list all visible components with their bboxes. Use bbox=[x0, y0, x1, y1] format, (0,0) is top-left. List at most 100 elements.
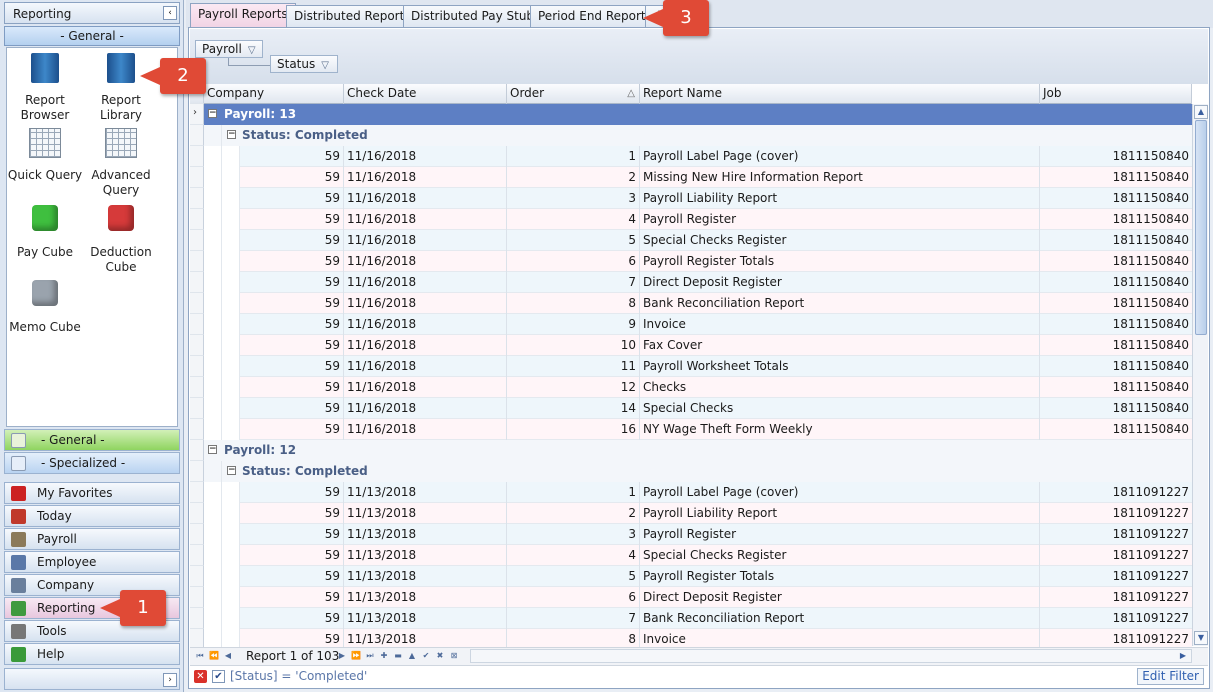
table-row[interactable]: 59 11/16/2018 3 Payroll Liability Report 181… bbox=[240, 188, 1192, 209]
row-indicator[interactable] bbox=[190, 524, 204, 545]
edit-record-icon[interactable]: ▲ bbox=[406, 650, 418, 662]
prev-page-icon[interactable]: ⏪ bbox=[208, 650, 220, 662]
row-indicator[interactable] bbox=[190, 545, 204, 566]
table-row[interactable]: 59 11/16/2018 11 Payroll Worksheet Totals 18… bbox=[240, 356, 1192, 377]
column-header-order[interactable]: Order △ bbox=[507, 84, 640, 104]
table-row[interactable]: 59 11/13/2018 2 Payroll Liability Report 181… bbox=[240, 503, 1192, 524]
column-header-company[interactable]: Company bbox=[204, 84, 344, 104]
edit-filter-button[interactable]: Edit Filter bbox=[1137, 668, 1204, 685]
nav-item-today[interactable]: Today bbox=[4, 505, 180, 527]
filter-icon[interactable]: ▽ bbox=[248, 45, 256, 56]
next-record-icon[interactable]: ▶ bbox=[336, 650, 348, 662]
collapse-group-toggle[interactable]: − bbox=[208, 445, 217, 454]
first-record-icon[interactable]: ⏮ bbox=[194, 650, 206, 662]
filter-enabled-checkbox[interactable]: ✔ bbox=[212, 670, 225, 683]
column-header-report-name[interactable]: Report Name bbox=[640, 84, 1040, 104]
collapse-group-toggle[interactable]: − bbox=[227, 130, 236, 139]
row-indicator[interactable] bbox=[190, 503, 204, 524]
row-indicator[interactable] bbox=[190, 209, 204, 230]
row-indicator[interactable] bbox=[190, 587, 204, 608]
table-row[interactable]: 59 11/16/2018 4 Payroll Register 1811150840 bbox=[240, 209, 1192, 230]
row-indicator[interactable] bbox=[190, 377, 204, 398]
table-row[interactable]: 59 11/13/2018 3 Payroll Register 1811091227 bbox=[240, 524, 1192, 545]
nav-item-help[interactable]: Help bbox=[4, 643, 180, 665]
prev-record-icon[interactable]: ◀ bbox=[222, 650, 234, 662]
table-row[interactable]: 59 11/16/2018 7 Direct Deposit Register 1811… bbox=[240, 272, 1192, 293]
scroll-right-button[interactable]: ▶ bbox=[1177, 650, 1189, 662]
row-indicator[interactable] bbox=[190, 482, 204, 503]
row-indicator[interactable] bbox=[190, 608, 204, 629]
table-row[interactable]: 59 11/16/2018 14 Special Checks 1811150840 bbox=[240, 398, 1192, 419]
collapse-group-toggle[interactable]: − bbox=[227, 466, 236, 475]
row-indicator[interactable] bbox=[190, 314, 204, 335]
table-row[interactable]: 59 11/16/2018 8 Bank Reconciliation Report 1… bbox=[240, 293, 1192, 314]
nav-item-employee[interactable]: Employee bbox=[4, 551, 180, 573]
row-indicator[interactable] bbox=[190, 293, 204, 314]
tab-payroll-reports[interactable]: Payroll Reports bbox=[190, 3, 296, 28]
table-row[interactable]: 59 11/16/2018 2 Missing New Hire Informatio… bbox=[240, 167, 1192, 188]
section-general[interactable]: - General - bbox=[4, 429, 180, 451]
table-row[interactable]: 59 11/13/2018 4 Special Checks Register 1811… bbox=[240, 545, 1192, 566]
scroll-thumb[interactable] bbox=[1195, 120, 1207, 335]
filter-navigator-icon[interactable]: ⊠ bbox=[448, 650, 460, 662]
group-row-status[interactable]: − Status: Completed bbox=[204, 125, 1192, 146]
row-indicator[interactable] bbox=[190, 167, 204, 188]
column-header-job[interactable]: Job bbox=[1040, 84, 1192, 104]
group-row-payroll[interactable]: − Payroll: 13 bbox=[204, 104, 1192, 125]
scroll-up-button[interactable]: ▲ bbox=[1194, 105, 1208, 119]
shortcut-memo-cube[interactable]: Memo Cube bbox=[7, 278, 83, 335]
group-row-status[interactable]: − Status: Completed bbox=[204, 461, 1192, 482]
row-indicator[interactable] bbox=[190, 188, 204, 209]
table-row[interactable]: 59 11/16/2018 16 NY Wage Theft Form Weekly 1… bbox=[240, 419, 1192, 440]
row-indicator[interactable] bbox=[190, 566, 204, 587]
section-specialized[interactable]: - Specialized - bbox=[4, 452, 180, 474]
vertical-scrollbar[interactable]: ▲ ▼ bbox=[1192, 104, 1208, 646]
shortcut-report-library[interactable]: Report Library bbox=[83, 53, 159, 123]
table-row[interactable]: 59 11/16/2018 10 Fax Cover 1811150840 bbox=[240, 335, 1192, 356]
cancel-edit-icon[interactable]: ✖ bbox=[434, 650, 446, 662]
table-row[interactable]: 59 11/13/2018 6 Direct Deposit Register 1811… bbox=[240, 587, 1192, 608]
group-chip-status[interactable]: Status ▽ bbox=[270, 55, 338, 73]
row-indicator[interactable] bbox=[190, 461, 204, 482]
nav-item-my-favorites[interactable]: My Favorites bbox=[4, 482, 180, 504]
group-chip-payroll[interactable]: Payroll ▽ bbox=[195, 40, 263, 58]
expand-pane-button[interactable]: › bbox=[163, 673, 177, 687]
table-row[interactable]: 59 11/13/2018 1 Payroll Label Page (cover) 1… bbox=[240, 482, 1192, 503]
row-indicator[interactable] bbox=[190, 146, 204, 167]
shortcut-report-browser[interactable]: Report Browser bbox=[7, 53, 83, 123]
row-indicator[interactable] bbox=[190, 356, 204, 377]
nav-item-payroll[interactable]: Payroll bbox=[4, 528, 180, 550]
row-indicator[interactable] bbox=[190, 440, 204, 461]
table-row[interactable]: 59 11/16/2018 12 Checks 1811150840 bbox=[240, 377, 1192, 398]
table-row[interactable]: 59 11/13/2018 5 Payroll Register Totals 1811… bbox=[240, 566, 1192, 587]
delete-record-icon[interactable]: ▬ bbox=[392, 650, 404, 662]
table-row[interactable]: 59 11/16/2018 9 Invoice 1811150840 bbox=[240, 314, 1192, 335]
row-indicator[interactable] bbox=[190, 251, 204, 272]
row-indicator[interactable] bbox=[190, 398, 204, 419]
tab-period-end-reports[interactable]: Period End Reports bbox=[530, 5, 660, 27]
tab-distributed-reports[interactable]: Distributed Reports bbox=[286, 5, 419, 27]
horizontal-scrollbar[interactable]: ▶ bbox=[470, 649, 1192, 663]
tab-distributed-pay-stubs[interactable]: Distributed Pay Stubs bbox=[403, 5, 549, 27]
row-indicator[interactable] bbox=[190, 335, 204, 356]
shortcut-quick-query[interactable]: Quick Query bbox=[7, 128, 83, 183]
general-group-header[interactable]: - General - bbox=[4, 26, 180, 46]
collapse-group-toggle[interactable]: − bbox=[208, 109, 217, 118]
table-row[interactable]: 59 11/16/2018 1 Payroll Label Page (cover) 1… bbox=[240, 146, 1192, 167]
table-row[interactable]: 59 11/13/2018 7 Bank Reconciliation Report 1… bbox=[240, 608, 1192, 629]
group-row-payroll[interactable]: − Payroll: 12 bbox=[204, 440, 1192, 461]
shortcut-advanced-query[interactable]: Advanced Query bbox=[83, 128, 159, 198]
scroll-down-button[interactable]: ▼ bbox=[1194, 631, 1208, 645]
add-record-icon[interactable]: ✚ bbox=[378, 650, 390, 662]
row-indicator[interactable] bbox=[190, 419, 204, 440]
next-page-icon[interactable]: ⏩ bbox=[350, 650, 362, 662]
row-indicator[interactable] bbox=[190, 272, 204, 293]
last-record-icon[interactable]: ⏭ bbox=[364, 650, 376, 662]
row-indicator[interactable]: › bbox=[190, 104, 204, 125]
table-row[interactable]: 59 11/16/2018 5 Special Checks Register 1811… bbox=[240, 230, 1192, 251]
collapse-pane-button[interactable]: ‹ bbox=[163, 6, 177, 20]
row-indicator[interactable] bbox=[190, 230, 204, 251]
row-indicator[interactable] bbox=[190, 125, 204, 146]
save-record-icon[interactable]: ✔ bbox=[420, 650, 432, 662]
filter-icon[interactable]: ▽ bbox=[321, 60, 329, 71]
